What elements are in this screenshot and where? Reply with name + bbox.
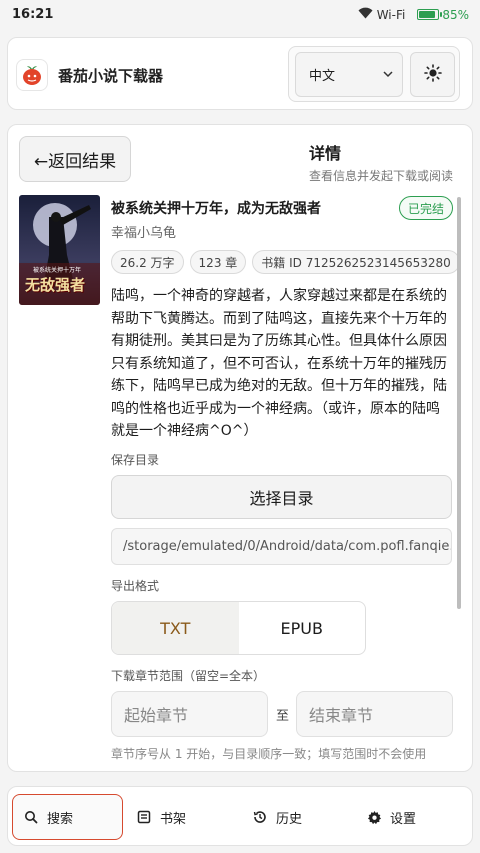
end-chapter-input[interactable]: 结束章节 <box>296 691 453 737</box>
status-indicators: Wi-Fi 85% <box>358 7 469 22</box>
start-chapter-input[interactable]: 起始章节 <box>111 691 268 737</box>
word-count-chip: 26.2 万字 <box>111 250 184 274</box>
app-logo-icon <box>16 59 48 91</box>
gear-icon <box>366 809 382 825</box>
nav-item-bookshelf[interactable]: 书架 <box>136 794 186 840</box>
battery-percent: 85% <box>442 7 469 22</box>
sun-icon <box>423 63 442 86</box>
nav-item-settings[interactable]: 设置 <box>366 794 416 840</box>
book-title: 被系统关押十万年，成为无敌强者 <box>111 201 321 217</box>
detail-panel: ←返回结果 详情 查看信息并发起下载或阅读 被系统关押十万年 无敌强者 被系统关… <box>7 124 473 772</box>
bookshelf-icon <box>136 809 152 825</box>
back-to-results-button[interactable]: ←返回结果 <box>19 136 131 182</box>
nav-label-bookshelf: 书架 <box>160 811 187 827</box>
choose-directory-button[interactable]: 选择目录 <box>111 475 452 519</box>
status-bar: 16:21 Wi-Fi 85% <box>0 0 480 30</box>
search-icon <box>23 809 39 825</box>
chapter-range-label: 下载章节范围（留空=全本） <box>111 669 266 683</box>
page-subtitle: 查看信息并发起下载或阅读 <box>309 169 454 183</box>
book-cover: 被系统关押十万年 无敌强者 <box>19 195 100 305</box>
nav-label-search: 搜索 <box>47 811 74 827</box>
header-controls: 中文 <box>288 46 460 102</box>
history-icon <box>252 809 268 825</box>
status-badge: 已完结 <box>399 196 454 220</box>
bottom-navigation: 搜索 书架 历史 设置 <box>7 786 473 846</box>
nav-item-history[interactable]: 历史 <box>252 794 302 840</box>
status-time: 16:21 <box>12 7 54 22</box>
chevron-down-icon <box>382 68 394 84</box>
format-option-epub[interactable]: EPUB <box>239 602 366 654</box>
language-value: 中文 <box>309 69 336 84</box>
format-option-txt[interactable]: TXT <box>112 602 239 654</box>
export-format-toggle: TXT EPUB <box>111 601 366 655</box>
wifi-icon <box>358 7 373 22</box>
save-dir-label: 保存目录 <box>111 453 160 467</box>
language-select[interactable]: 中文 <box>295 52 403 97</box>
book-description: 陆鸣，一个神奇的穿越者，人家穿越过来都是在系统的帮助下飞黄腾达。而到了陆鸣这，直… <box>111 288 447 439</box>
range-separator: 至 <box>276 709 290 724</box>
page-title: 详情 <box>309 144 342 163</box>
app-header: 番茄小说下载器 中文 <box>7 37 473 110</box>
export-format-label: 导出格式 <box>111 579 160 593</box>
book-author: 幸福小乌龟 <box>111 226 177 241</box>
battery-level <box>419 11 436 18</box>
chapter-count-chip: 123 章 <box>189 250 247 274</box>
cover-small-text: 被系统关押十万年 <box>33 267 82 274</box>
wifi-label: Wi-Fi <box>376 7 406 22</box>
battery-icon <box>417 9 443 20</box>
scrollbar[interactable] <box>457 197 461 609</box>
save-path-field[interactable]: /storage/emulated/0/Android/data/com.pof… <box>111 528 452 565</box>
app-title: 番茄小说下载器 <box>58 67 164 85</box>
theme-toggle-button[interactable] <box>410 52 455 97</box>
book-id-chip: 书籍 ID 7125262523145653280 <box>252 250 460 274</box>
chapter-range-hint: 章节序号从 1 开始，与目录顺序一致；填写范围时不会使用 <box>111 747 427 761</box>
nav-label-history: 历史 <box>276 811 303 827</box>
cover-title-text: 无敌强者 <box>25 276 86 294</box>
nav-label-settings: 设置 <box>390 811 417 827</box>
book-meta-chips: 26.2 万字 123 章 书籍 ID 7125262523145653280 <box>111 250 466 274</box>
nav-item-search[interactable]: 搜索 <box>12 794 123 840</box>
